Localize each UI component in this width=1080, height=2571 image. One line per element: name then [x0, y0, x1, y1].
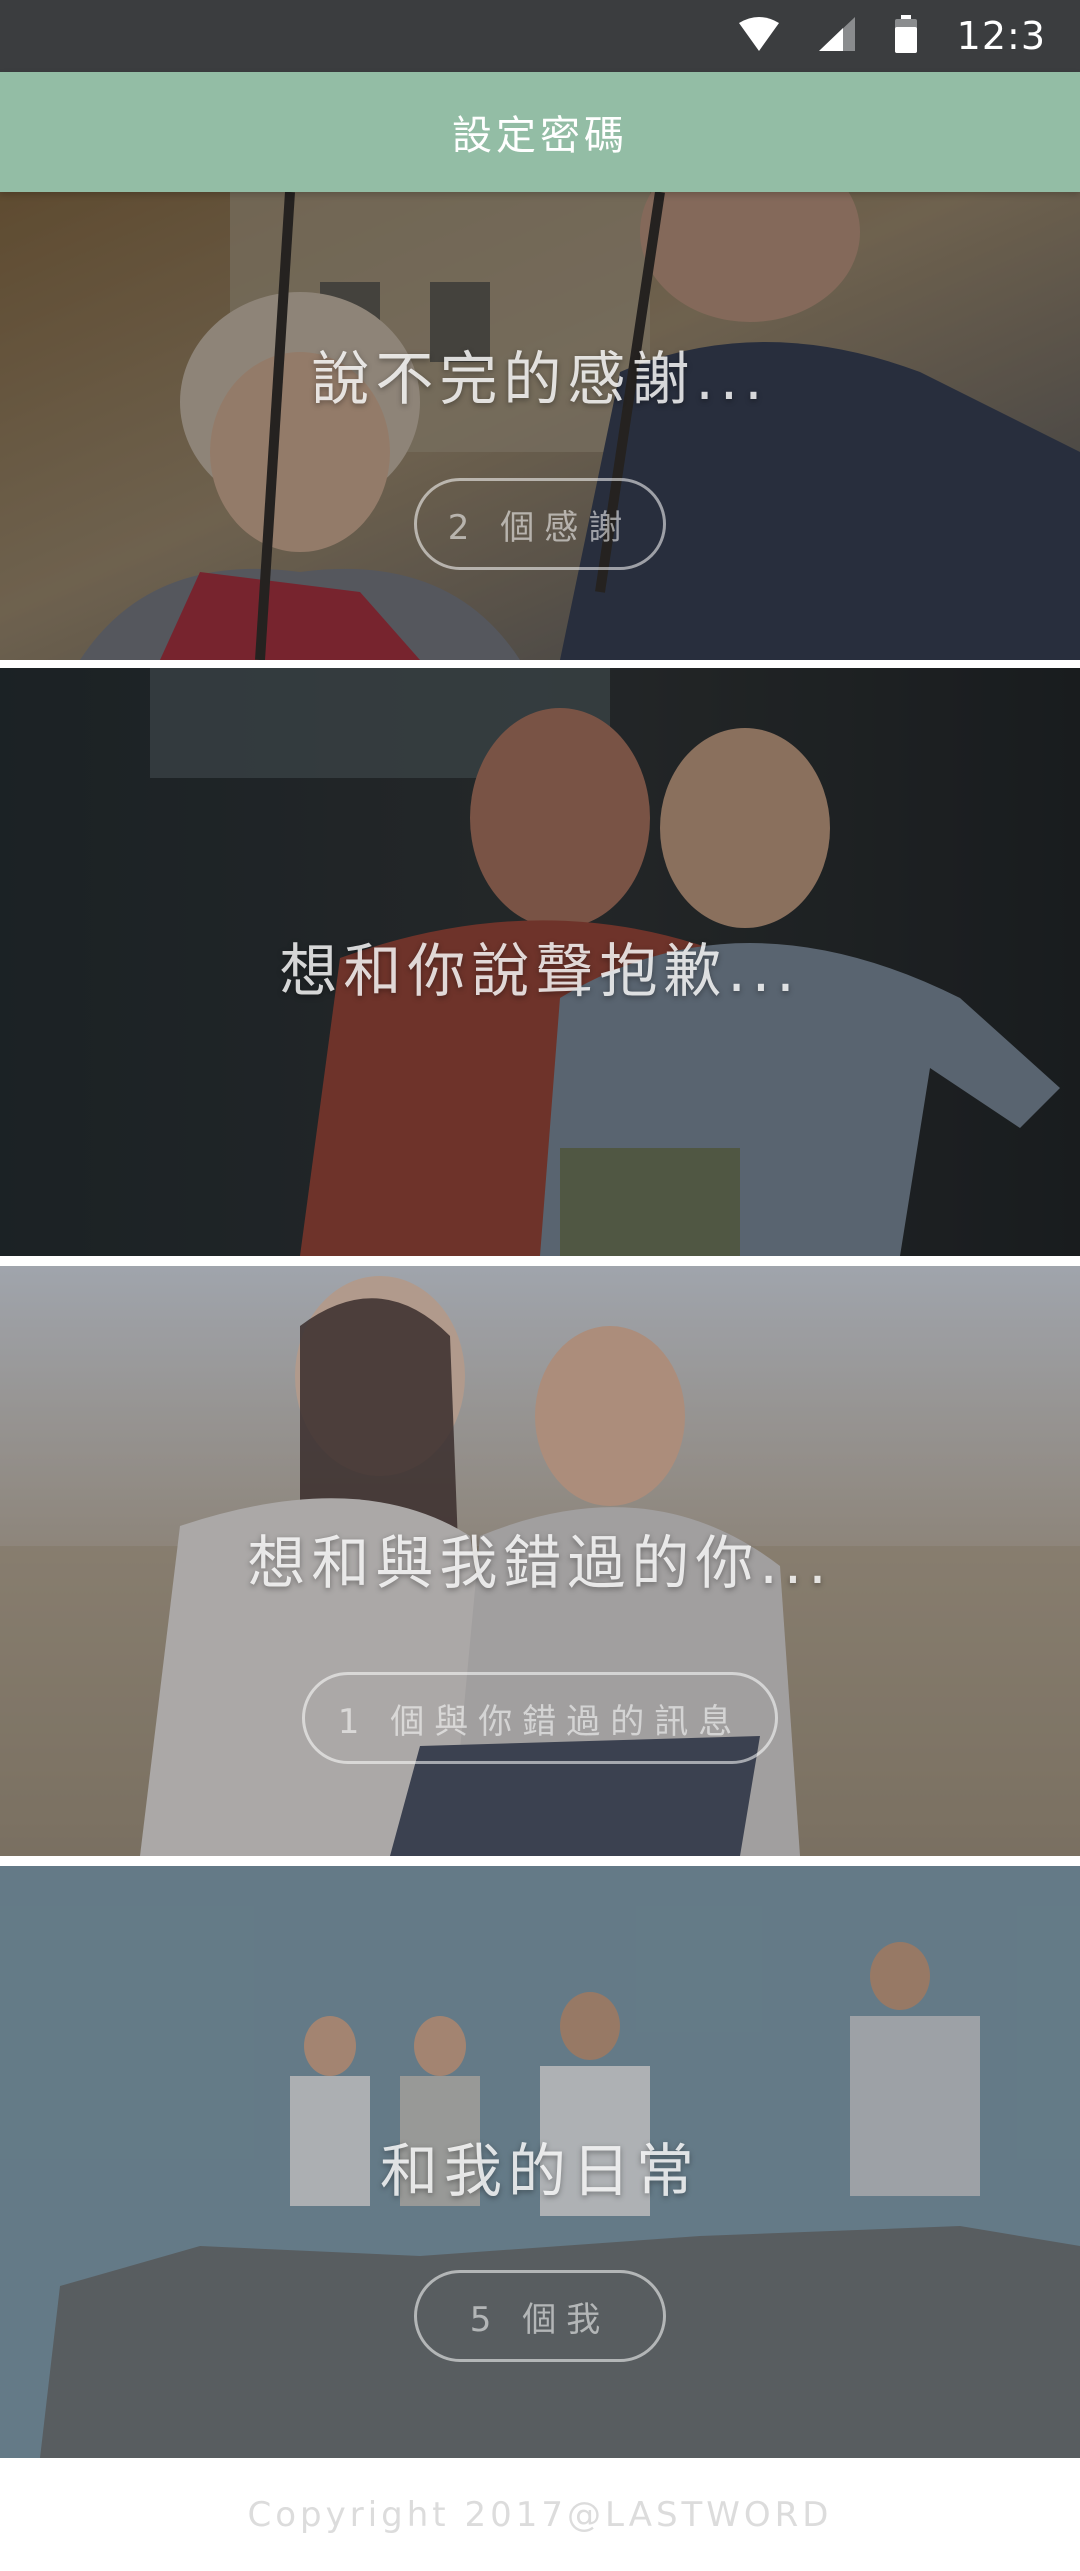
missed-message-count-button[interactable]: 1 個與你錯過的訊息 — [302, 1672, 778, 1764]
cellular-signal-icon — [818, 17, 855, 55]
wifi-icon — [738, 17, 779, 55]
card-thanks[interactable]: 說不完的感謝... 2 個感謝 — [0, 192, 1080, 660]
footer: Copyright 2017@LASTWORD — [0, 2458, 1080, 2571]
card-title: 想和你說聲抱歉... — [279, 937, 801, 1005]
card-daily[interactable]: 和我的日常 5 個我 — [0, 1866, 1080, 2458]
card-apology[interactable]: 想和你說聲抱歉... — [0, 668, 1080, 1256]
page-title: 設定密碼 — [452, 113, 628, 159]
card-title: 說不完的感謝... — [311, 345, 769, 413]
card-missed[interactable]: 想和與我錯過的你... 1 個與你錯過的訊息 — [0, 1266, 1080, 1856]
battery-icon — [894, 15, 917, 57]
app-bar: 設定密碼 — [0, 72, 1080, 192]
card-shade — [0, 192, 1080, 660]
card-title: 和我的日常 — [379, 2137, 700, 2205]
status-icons: 12:3 — [738, 0, 1046, 72]
status-bar: 12:3 — [0, 0, 1080, 72]
card-title: 想和與我錯過的你... — [247, 1529, 833, 1597]
thanks-count-button[interactable]: 2 個感謝 — [414, 478, 666, 570]
daily-count-button[interactable]: 5 個我 — [414, 2270, 666, 2362]
status-time: 12:3 — [956, 14, 1046, 58]
copyright-text: Copyright 2017@LASTWORD — [247, 2494, 833, 2535]
